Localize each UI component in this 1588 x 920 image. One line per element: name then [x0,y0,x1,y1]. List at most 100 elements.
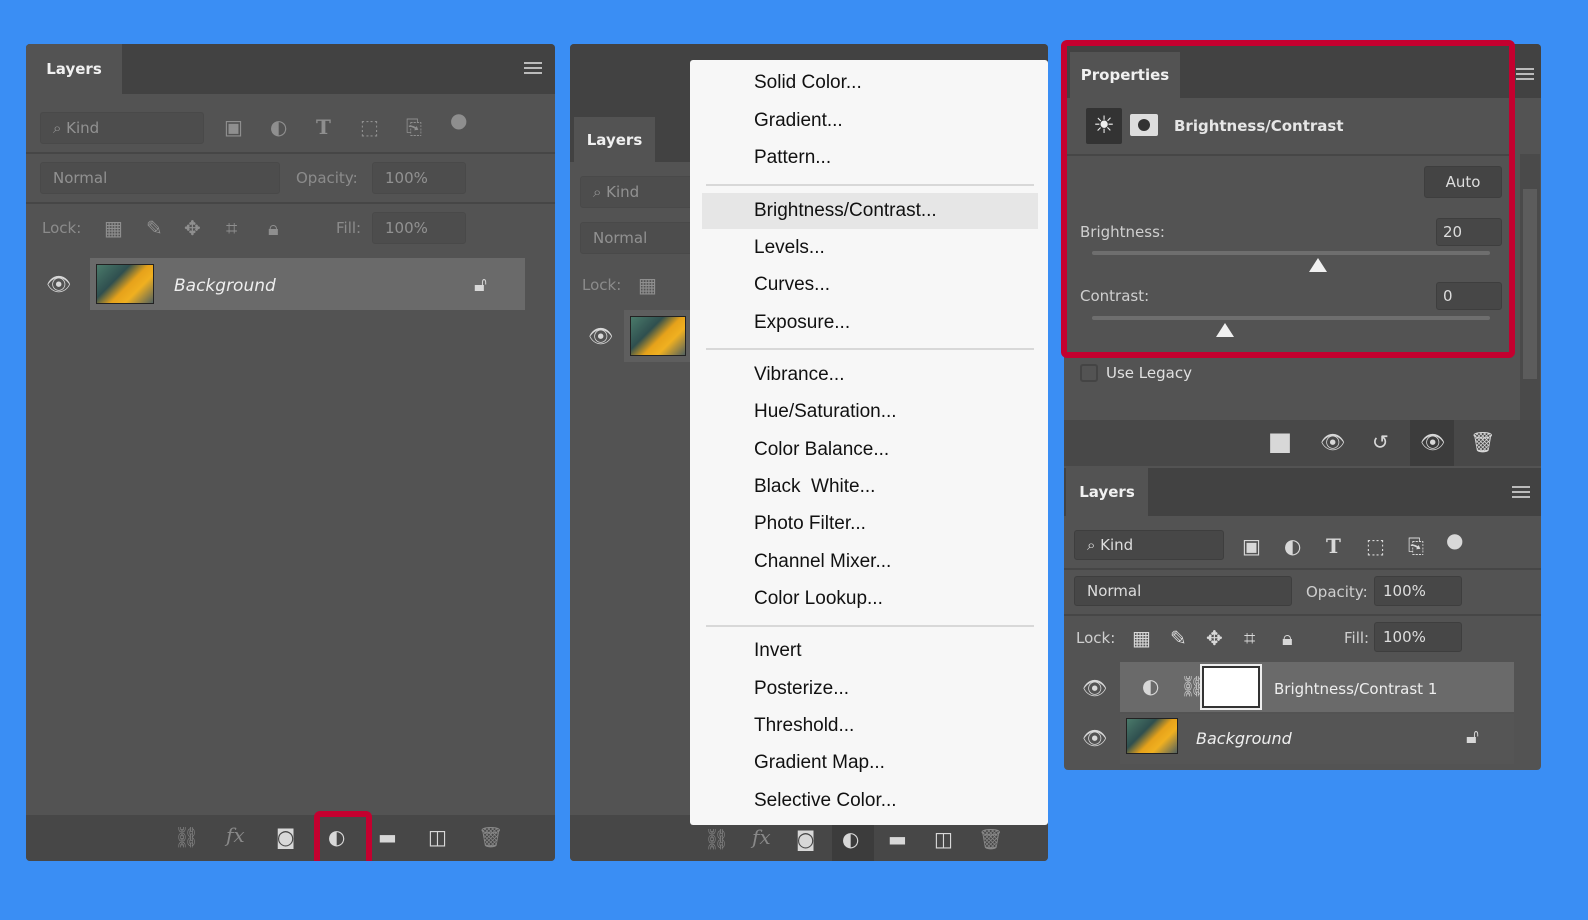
menu-item-solid-color[interactable]: Solid Color... [754,72,862,94]
tab-layers[interactable]: Layers [574,117,655,162]
scrollbar[interactable] [1520,154,1540,424]
lock-all-icon[interactable]: 🔒︎ [268,218,279,238]
adjustment-layer-icon[interactable]: ◐ [842,829,859,849]
menu-item-black-white[interactable]: Black White... [754,476,875,498]
fill-input[interactable]: 100% [1374,622,1462,652]
image-filter-icon[interactable]: ▣ [1242,536,1261,556]
trash-icon[interactable]: 🗑︎ [1470,432,1495,452]
adjustment-filter-icon[interactable]: ◐ [270,117,287,137]
visibility-eye-icon[interactable]: 👁︎ [1082,728,1107,748]
clip-to-layer-icon[interactable]: ⬛︎ [1270,432,1290,452]
menu-item-vibrance[interactable]: Vibrance... [754,364,844,386]
menu-separator [706,625,1034,627]
menu-item-color-balance[interactable]: Color Balance... [754,439,889,461]
lock-paint-icon[interactable]: ✎ [1170,628,1187,648]
menu-item-gradient-map[interactable]: Gradient Map... [754,752,885,774]
layer-thumbnail [96,264,154,304]
lock-label: Lock: [1076,629,1116,647]
menu-item-exposure[interactable]: Exposure... [754,312,850,334]
adjustment-layer-icon[interactable]: ◐ [328,827,345,847]
filter-toggle-icon[interactable]: ● [1446,530,1463,550]
fx-icon[interactable]: fx [752,827,771,847]
image-filter-icon[interactable]: ▣ [224,117,243,137]
panel-menu-icon[interactable] [524,62,542,74]
adjustment-layer-menu: Solid Color... Gradient... Pattern... Br… [690,60,1048,825]
menu-item-pattern[interactable]: Pattern... [754,147,831,169]
trash-icon[interactable]: 🗑︎ [978,829,1003,849]
smart-object-filter-icon[interactable]: ⎘ [406,117,422,137]
lock-move-icon[interactable]: ✥ [1206,628,1223,648]
lock-artboard-icon[interactable]: ⌗ [226,218,237,238]
new-layer-icon[interactable]: ◫ [934,829,953,849]
menu-item-photo-filter[interactable]: Photo Filter... [754,513,866,535]
mask-icon[interactable]: ◙ [276,827,295,847]
layer-row-background[interactable] [90,258,525,310]
menu-item-gradient[interactable]: Gradient... [754,110,843,132]
fill-input[interactable]: 100% [372,212,466,244]
visibility-eye-icon[interactable]: 👁︎ [1420,432,1445,452]
use-legacy-label: Use Legacy [1106,364,1192,382]
layer-mask-thumbnail[interactable] [1200,664,1262,710]
tab-layers[interactable]: Layers [26,44,122,94]
menu-item-posterize[interactable]: Posterize... [754,678,849,700]
menu-item-curves[interactable]: Curves... [754,274,830,296]
type-filter-icon[interactable]: T [1326,536,1341,556]
fx-icon[interactable]: fx [226,825,245,845]
blend-mode-select[interactable]: Normal [1074,576,1292,606]
use-legacy-checkbox[interactable] [1080,364,1098,382]
trash-icon[interactable]: 🗑︎ [478,827,503,847]
panel-menu-icon[interactable] [1516,68,1534,80]
search-icon: ⌕ [1087,536,1101,554]
menu-item-levels[interactable]: Levels... [754,237,825,259]
lock-transparent-icon[interactable]: ▦ [1132,628,1151,648]
tab-layers[interactable]: Layers [1066,468,1148,516]
divider [26,202,555,204]
menu-item-brightness-contrast[interactable]: Brightness/Contrast... [754,200,937,222]
menu-item-channel-mixer[interactable]: Channel Mixer... [754,551,891,573]
blend-mode-select[interactable]: Normal [580,222,700,254]
lock-transparent-icon[interactable]: ▦ [638,275,657,295]
opacity-label: Opacity: [296,169,358,187]
visibility-eye-icon[interactable]: 👁︎ [588,326,613,346]
lock-all-icon[interactable]: 🔒︎ [1282,628,1293,648]
visibility-eye-icon[interactable]: 👁︎ [46,274,71,294]
lock-transparent-icon[interactable]: ▦ [104,218,123,238]
opacity-input[interactable]: 100% [372,162,466,194]
link-icon[interactable]: ⛓︎ [174,827,199,847]
folder-icon[interactable]: ▬ [888,829,907,849]
blend-mode-select[interactable]: Normal [40,162,280,194]
layer-row-background[interactable] [1120,714,1514,764]
properties-highlight-box [1061,40,1515,358]
visibility-eye-icon[interactable]: 👁︎ [1082,678,1107,698]
shape-filter-icon[interactable]: ⬚ [1366,536,1385,556]
search-icon: ⌕ [593,183,607,201]
menu-item-threshold[interactable]: Threshold... [754,715,854,737]
lock-label: Lock: [582,276,622,294]
type-filter-icon[interactable]: T [316,117,331,137]
adjustment-layer-icon: ◐ [1142,674,1160,698]
mask-icon[interactable]: ◙ [796,829,815,849]
lock-artboard-icon[interactable]: ⌗ [1244,628,1255,648]
adjustment-filter-icon[interactable]: ◐ [1284,536,1301,556]
link-icon[interactable]: ⛓︎ [704,829,729,849]
lock-paint-icon[interactable]: ✎ [146,218,163,238]
menu-item-hue-saturation[interactable]: Hue/Saturation... [754,401,897,423]
layer-name: Background [174,276,276,296]
menu-item-selective-color[interactable]: Selective Color... [754,790,897,812]
filter-kind-select[interactable]: ⌕ Kind [40,112,204,144]
reset-icon[interactable]: ↺ [1372,432,1389,452]
opacity-input[interactable]: 100% [1374,576,1462,606]
new-layer-icon[interactable]: ◫ [428,827,447,847]
filter-kind-select[interactable]: ⌕ Kind [580,176,700,208]
panel-menu-icon[interactable] [1512,486,1530,498]
view-previous-state-icon[interactable]: 👁︎ [1320,432,1345,452]
menu-item-invert[interactable]: Invert [754,640,802,662]
menu-separator [706,184,1034,186]
menu-item-color-lookup[interactable]: Color Lookup... [754,588,883,610]
folder-icon[interactable]: ▬ [378,827,397,847]
filter-kind-select[interactable]: ⌕ Kind [1074,530,1224,560]
lock-move-icon[interactable]: ✥ [184,218,201,238]
filter-toggle-icon[interactable]: ● [450,110,467,130]
smart-object-filter-icon[interactable]: ⎘ [1408,536,1424,556]
shape-filter-icon[interactable]: ⬚ [360,117,379,137]
